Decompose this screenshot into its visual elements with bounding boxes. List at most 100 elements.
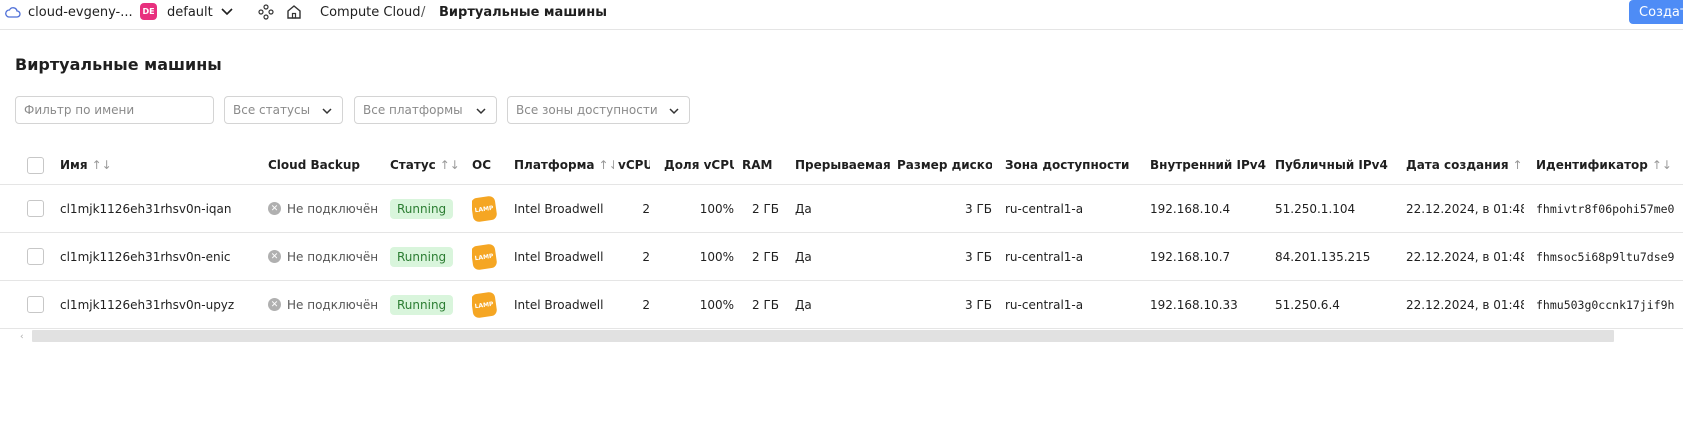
created-date: 22.12.2024, в 01:48 (1406, 249, 1524, 264)
sort-icon[interactable]: ↑↓ (92, 158, 112, 172)
status-badge: Running (390, 198, 454, 219)
vm-name[interactable]: cl1mjk1126eh31rhsv0n-enic (60, 233, 260, 280)
zone: ru-central1-a (1005, 249, 1084, 264)
breadcrumb-separator: / (421, 4, 426, 20)
column-ram-label: RAM (742, 158, 773, 172)
public-ip: 51.250.1.104 (1275, 201, 1356, 216)
public-ip: 84.201.135.215 (1275, 249, 1371, 264)
column-os: ОС (472, 146, 512, 184)
column-zone[interactable]: Зона доступности↑↓ (1005, 146, 1135, 184)
breadcrumb-compute-cloud[interactable]: Compute Cloud (320, 0, 421, 24)
backup-status: ✕ Не подключён (268, 185, 388, 232)
column-id-label: Идентификатор (1536, 158, 1648, 172)
platform: Intel Broadwell (514, 201, 604, 216)
row-checkbox[interactable] (27, 248, 44, 265)
preemptible: Да (795, 297, 812, 312)
not-connected-icon: ✕ (268, 202, 281, 215)
vcpu-count: 2 (642, 249, 650, 264)
home-icon[interactable] (286, 0, 304, 24)
column-public-ip-label: Публичный IPv4 (1275, 158, 1388, 172)
table-row[interactable]: cl1mjk1126eh31rhsv0n-iqan ✕ Не подключён … (0, 185, 1683, 233)
column-ram: RAM (742, 146, 779, 184)
cloud-icon[interactable] (5, 0, 23, 24)
not-connected-icon: ✕ (268, 298, 281, 311)
disk-size: 3 ГБ (965, 297, 992, 312)
platform-filter[interactable]: Все платформы (354, 96, 497, 124)
status-badge: Running (390, 246, 454, 267)
vcpu-share: 100% (699, 201, 734, 216)
breadcrumb-current: Виртуальные машины (439, 4, 607, 20)
column-platform-label: Платформа (514, 158, 595, 172)
column-disk-label: Размер дисков (897, 158, 992, 172)
column-preemptible: Прерываемая (795, 146, 895, 184)
column-public-ip: Публичный IPv4 (1275, 146, 1395, 184)
os-cell: LAMP (472, 281, 512, 328)
sort-icon[interactable]: ↑↓ (1513, 158, 1524, 172)
cloud-selector[interactable]: cloud-evgeny-... (28, 0, 133, 24)
zone-filter[interactable]: Все зоны доступности (507, 96, 690, 124)
name-filter-input[interactable] (24, 103, 213, 117)
vm-id: fhmu503g0ccnk17jif9h (1536, 297, 1675, 312)
lamp-os-icon: LAMP (472, 242, 498, 271)
column-backup: Cloud Backup (268, 146, 388, 184)
sort-icon[interactable]: ↑↓ (1133, 158, 1135, 172)
status-filter-label: Все статусы (233, 103, 311, 117)
preemptible: Да (795, 249, 812, 264)
column-created-label: Дата создания (1406, 158, 1509, 172)
column-created[interactable]: Дата создания ↑↓ (1406, 146, 1524, 184)
backup-status-text: Не подключён (287, 297, 379, 312)
chevron-down-icon (669, 108, 679, 115)
column-platform[interactable]: Платформа ↑↓ (514, 146, 614, 184)
column-name[interactable]: Имя ↑↓ (60, 146, 260, 184)
vm-name[interactable]: cl1mjk1126eh31rhsv0n-iqan (60, 185, 260, 232)
horizontal-scrollbar[interactable] (32, 330, 1614, 342)
internal-ip: 192.168.10.33 (1150, 297, 1238, 312)
services-icon[interactable] (258, 0, 276, 24)
row-checkbox[interactable] (27, 200, 44, 217)
column-name-label: Имя (60, 158, 88, 172)
folder-badge: DE (140, 3, 157, 20)
column-backup-label: Cloud Backup (268, 158, 360, 172)
status-cell: Running (390, 233, 470, 280)
backup-status-text: Не подключён (287, 249, 379, 264)
chevron-down-icon[interactable] (221, 0, 235, 24)
ram: 2 ГБ (752, 249, 779, 264)
column-id[interactable]: Идентификатор ↑↓ (1536, 146, 1683, 184)
vcpu-share: 100% (699, 297, 734, 312)
preemptible: Да (795, 201, 812, 216)
chevron-down-icon (322, 108, 332, 115)
column-status[interactable]: Статус ↑↓ (390, 146, 470, 184)
column-vcpu-label: vCPU (618, 158, 650, 172)
column-internal-ip-label: Внутренний IPv4 (1150, 158, 1266, 172)
zone-filter-label: Все зоны доступности (516, 103, 658, 117)
column-internal-ip: Внутренний IPv4 (1150, 146, 1270, 184)
vcpu-count: 2 (642, 297, 650, 312)
created-date: 22.12.2024, в 01:48 (1406, 201, 1524, 216)
name-filter[interactable] (15, 96, 214, 124)
folder-selector[interactable]: default (167, 0, 213, 24)
row-checkbox[interactable] (27, 296, 44, 313)
os-cell: LAMP (472, 233, 512, 280)
create-button[interactable]: Создат (1629, 0, 1683, 24)
column-zone-label: Зона доступности (1005, 158, 1130, 172)
select-all-checkbox[interactable] (27, 156, 44, 174)
internal-ip: 192.168.10.7 (1150, 249, 1231, 264)
sort-icon[interactable]: ↑↓ (1652, 158, 1672, 172)
platform: Intel Broadwell (514, 249, 604, 264)
disk-size: 3 ГБ (965, 201, 992, 216)
backup-status-text: Не подключён (287, 201, 379, 216)
table-row[interactable]: cl1mjk1126eh31rhsv0n-enic ✕ Не подключён … (0, 233, 1683, 281)
status-filter[interactable]: Все статусы (224, 96, 343, 124)
vm-name[interactable]: cl1mjk1126eh31rhsv0n-upyz (60, 281, 260, 328)
sort-icon[interactable]: ↑↓ (599, 158, 614, 172)
row-select-cell (27, 233, 47, 280)
backup-status: ✕ Не подключён (268, 233, 388, 280)
column-disk: Размер дисков (897, 146, 992, 184)
scroll-left-arrow[interactable]: ‹ (20, 332, 24, 342)
sort-icon[interactable]: ↑↓ (440, 158, 460, 172)
column-os-label: ОС (472, 158, 492, 172)
table-row[interactable]: cl1mjk1126eh31rhsv0n-upyz ✕ Не подключён … (0, 281, 1683, 329)
column-share: Доля vCPU (664, 146, 734, 184)
platform: Intel Broadwell (514, 297, 604, 312)
not-connected-icon: ✕ (268, 250, 281, 263)
